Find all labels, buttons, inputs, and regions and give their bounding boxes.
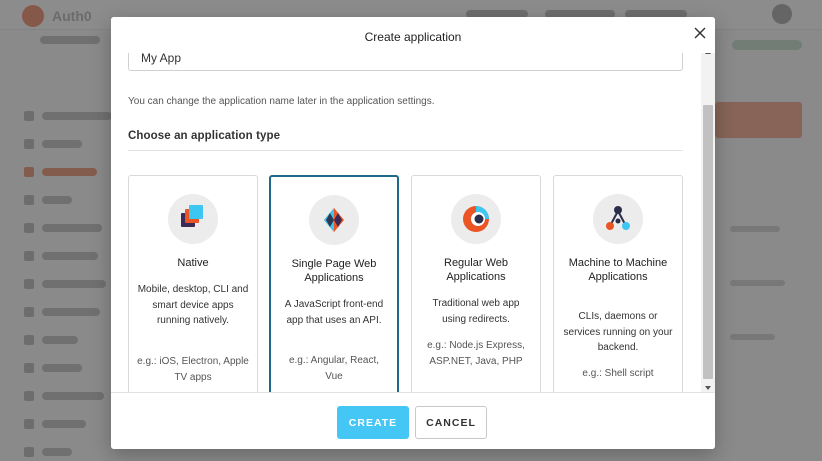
close-icon[interactable] xyxy=(693,26,707,40)
card-description: Traditional web app using redirects. xyxy=(432,298,520,325)
dialog-scrollbar[interactable] xyxy=(701,45,715,393)
dialog-header: Create application xyxy=(111,17,715,53)
card-title: Machine to Machine Applications xyxy=(568,257,668,283)
spa-icon xyxy=(309,195,359,245)
cancel-button[interactable]: CANCEL xyxy=(415,406,487,439)
app-type-card-native[interactable]: Native Mobile, desktop, CLI and smart de… xyxy=(128,175,258,408)
card-example: e.g.: Angular, React, Vue xyxy=(288,355,380,382)
card-title: Regular Web Applications xyxy=(444,257,508,283)
app-type-card-m2m[interactable]: Machine to Machine Applications CLIs, da… xyxy=(553,175,683,408)
create-application-dialog: You can change the application name late… xyxy=(111,17,715,449)
card-description: Mobile, desktop, CLI and smart device ap… xyxy=(137,284,249,326)
create-button[interactable]: CREATE xyxy=(337,406,409,439)
section-divider xyxy=(128,150,683,151)
app-type-card-regular-web[interactable]: Regular Web Applications Traditional web… xyxy=(411,175,541,408)
application-name-help-text: You can change the application name late… xyxy=(128,96,435,107)
card-description: CLIs, daemons or services running on you… xyxy=(563,311,673,353)
card-example: e.g.: Shell script xyxy=(582,368,654,379)
regular-web-app-icon xyxy=(451,194,501,244)
card-example: e.g.: Node.js Express, ASP.NET, Java, PH… xyxy=(427,340,525,367)
card-title: Native xyxy=(177,257,209,269)
m2m-icon xyxy=(593,194,643,244)
card-title: Single Page Web Applications xyxy=(291,258,377,284)
app-type-card-spa[interactable]: Single Page Web Applications A JavaScrip… xyxy=(269,175,399,408)
card-description: A JavaScript front-end app that uses an … xyxy=(284,299,384,326)
native-app-icon xyxy=(168,194,218,244)
application-type-heading: Choose an application type xyxy=(128,130,281,142)
dialog-footer: CREATE CANCEL xyxy=(111,392,715,449)
dialog-body: You can change the application name late… xyxy=(111,45,701,408)
dialog-title: Create application xyxy=(364,30,462,44)
card-example: e.g.: iOS, Electron, Apple TV apps xyxy=(137,356,249,383)
scrollbar-thumb[interactable] xyxy=(703,105,713,379)
